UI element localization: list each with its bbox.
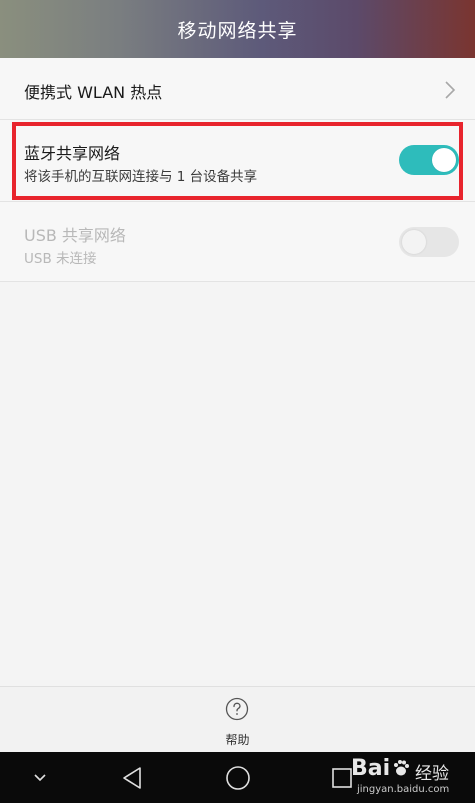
bluetooth-tethering-toggle[interactable] xyxy=(399,145,459,175)
wlan-hotspot-label: 便携式 WLAN 热点 xyxy=(24,83,163,102)
help-label: 帮助 xyxy=(225,733,250,747)
help-bar[interactable]: 帮助 xyxy=(0,686,475,752)
chevron-down-icon xyxy=(34,773,46,781)
nav-collapse-button[interactable] xyxy=(24,752,56,803)
paw-icon xyxy=(394,760,409,776)
help-icon[interactable] xyxy=(225,697,249,721)
baidu-jingyan-watermark: Bai 经验 jingyan.baidu.com xyxy=(347,754,467,800)
bluetooth-tethering-label: 蓝牙共享网络 xyxy=(24,144,121,163)
page-title: 移动网络共享 xyxy=(177,19,298,42)
usb-tethering-row: USB 共享网络 USB 未连接 xyxy=(0,202,475,282)
screen: 移动网络共享 便携式 WLAN 热点 蓝牙共享网络 将该手机的互联网连接与 1 … xyxy=(0,0,475,803)
baidu-logo: Bai xyxy=(351,756,391,781)
toggle-knob xyxy=(432,148,456,172)
bluetooth-tethering-row[interactable]: 蓝牙共享网络 将该手机的互联网连接与 1 台设备共享 xyxy=(0,120,475,202)
bluetooth-tethering-summary: 将该手机的互联网连接与 1 台设备共享 xyxy=(24,169,258,185)
home-circle-icon xyxy=(226,765,250,790)
usb-tethering-summary: USB 未连接 xyxy=(24,251,97,267)
app-header: 移动网络共享 xyxy=(0,0,475,58)
chevron-right-icon xyxy=(445,81,456,99)
usb-tethering-toggle xyxy=(399,227,459,257)
usb-tethering-label: USB 共享网络 xyxy=(24,226,126,245)
back-triangle-icon xyxy=(123,766,141,789)
watermark-text: 经验 xyxy=(415,764,449,784)
nav-back-button[interactable] xyxy=(114,752,150,803)
watermark-domain: jingyan.baidu.com xyxy=(357,784,450,795)
wlan-hotspot-row[interactable]: 便携式 WLAN 热点 xyxy=(0,58,475,120)
nav-home-button[interactable] xyxy=(218,752,258,803)
toggle-knob xyxy=(402,230,426,254)
